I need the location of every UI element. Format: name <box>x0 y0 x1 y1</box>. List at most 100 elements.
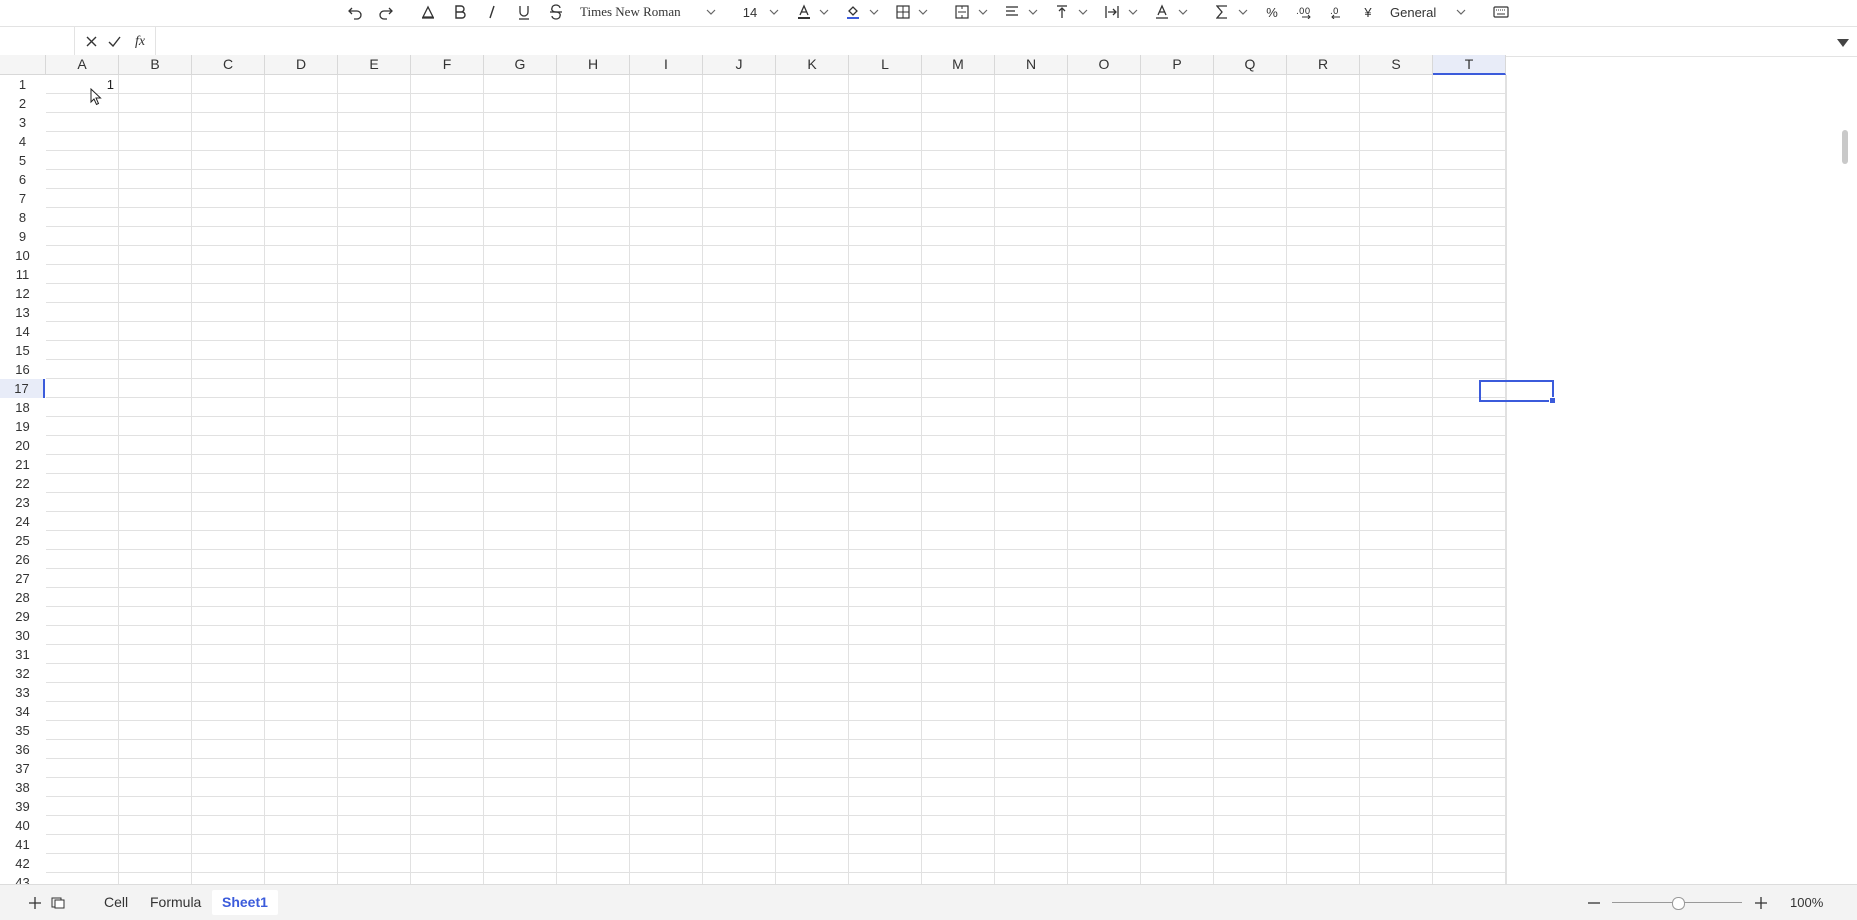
row-header-40[interactable]: 40 <box>0 816 45 835</box>
cell-area[interactable]: 1 <box>46 75 1556 884</box>
sheet-tab-formula[interactable]: Formula <box>140 890 211 915</box>
column-header-k[interactable]: K <box>776 55 849 75</box>
row-header-29[interactable]: 29 <box>0 607 45 626</box>
chevron-down-icon[interactable] <box>1238 0 1248 24</box>
column-header-b[interactable]: B <box>119 55 192 75</box>
row-header-4[interactable]: 4 <box>0 132 45 151</box>
row-header-34[interactable]: 34 <box>0 702 45 721</box>
font-color-icon[interactable] <box>794 0 814 24</box>
row-header-38[interactable]: 38 <box>0 778 45 797</box>
expand-formula-icon[interactable] <box>1837 34 1849 52</box>
row-header-28[interactable]: 28 <box>0 588 45 607</box>
align-horizontal-icon[interactable] <box>1002 0 1022 24</box>
chevron-down-icon[interactable] <box>918 0 928 24</box>
row-header-30[interactable]: 30 <box>0 626 45 645</box>
sheet-list-icon[interactable] <box>48 885 68 920</box>
row-header-25[interactable]: 25 <box>0 531 45 550</box>
chevron-down-icon[interactable] <box>706 0 716 24</box>
chevron-down-icon[interactable] <box>819 0 829 24</box>
zoom-level[interactable]: 100% <box>1790 885 1823 920</box>
increase-decimal-icon[interactable]: .0 <box>1326 0 1346 24</box>
column-header-q[interactable]: Q <box>1214 55 1287 75</box>
row-header-13[interactable]: 13 <box>0 303 45 322</box>
column-header-g[interactable]: G <box>484 55 557 75</box>
column-header-t[interactable]: T <box>1433 55 1506 75</box>
chevron-down-icon[interactable] <box>769 0 779 24</box>
row-header-16[interactable]: 16 <box>0 360 45 379</box>
row-header-31[interactable]: 31 <box>0 645 45 664</box>
row-header-19[interactable]: 19 <box>0 417 45 436</box>
row-header-5[interactable]: 5 <box>0 151 45 170</box>
row-header-10[interactable]: 10 <box>0 246 45 265</box>
row-header-11[interactable]: 11 <box>0 265 45 284</box>
chevron-down-icon[interactable] <box>1128 0 1138 24</box>
row-header-12[interactable]: 12 <box>0 284 45 303</box>
column-header-m[interactable]: M <box>922 55 995 75</box>
column-header-o[interactable]: O <box>1068 55 1141 75</box>
row-header-23[interactable]: 23 <box>0 493 45 512</box>
chevron-down-icon[interactable] <box>1456 0 1466 24</box>
row-header-43[interactable]: 43 <box>0 873 45 884</box>
bold-icon[interactable] <box>449 0 471 24</box>
column-header-n[interactable]: N <box>995 55 1068 75</box>
selected-cell-t17[interactable] <box>1479 380 1556 404</box>
row-header-35[interactable]: 35 <box>0 721 45 740</box>
decrease-decimal-icon[interactable]: .00 <box>1294 0 1316 24</box>
column-header-f[interactable]: F <box>411 55 484 75</box>
row-header-37[interactable]: 37 <box>0 759 45 778</box>
sheet-tab-sheet1[interactable]: Sheet1 <box>212 890 278 915</box>
column-header-i[interactable]: I <box>630 55 703 75</box>
number-format-select[interactable]: General <box>1390 0 1450 24</box>
row-header-14[interactable]: 14 <box>0 322 45 341</box>
clear-format-icon[interactable] <box>417 0 439 24</box>
column-header-l[interactable]: L <box>849 55 922 75</box>
strikethrough-icon[interactable] <box>545 0 567 24</box>
chevron-down-icon[interactable] <box>1028 0 1038 24</box>
row-header-1[interactable]: 1 <box>0 75 45 94</box>
row-header-17[interactable]: 17 <box>0 379 45 398</box>
row-header-8[interactable]: 8 <box>0 208 45 227</box>
align-vertical-icon[interactable] <box>1052 0 1072 24</box>
name-box[interactable] <box>0 27 75 56</box>
row-header-27[interactable]: 27 <box>0 569 45 588</box>
column-header-s[interactable]: S <box>1360 55 1433 75</box>
cell-a1[interactable]: 1 <box>46 75 114 94</box>
function-icon[interactable]: fx <box>130 27 150 56</box>
column-header-r[interactable]: R <box>1287 55 1360 75</box>
row-header-7[interactable]: 7 <box>0 189 45 208</box>
column-header-p[interactable]: P <box>1141 55 1214 75</box>
italic-icon[interactable] <box>481 0 503 24</box>
redo-icon[interactable] <box>375 0 397 24</box>
sum-icon[interactable] <box>1212 0 1232 24</box>
row-header-32[interactable]: 32 <box>0 664 45 683</box>
text-wrap-icon[interactable] <box>1102 0 1122 24</box>
row-header-41[interactable]: 41 <box>0 835 45 854</box>
text-rotate-icon[interactable] <box>1152 0 1172 24</box>
sheet-tab-cell[interactable]: Cell <box>94 890 138 915</box>
merge-cells-icon[interactable] <box>952 0 972 24</box>
zoom-slider-handle[interactable] <box>1672 897 1685 910</box>
borders-icon[interactable] <box>893 0 913 24</box>
row-header-3[interactable]: 3 <box>0 113 45 132</box>
cancel-icon[interactable] <box>82 27 100 56</box>
chevron-down-icon[interactable] <box>1078 0 1088 24</box>
chevron-down-icon[interactable] <box>978 0 988 24</box>
row-header-26[interactable]: 26 <box>0 550 45 569</box>
column-header-a[interactable]: A <box>46 55 119 75</box>
confirm-icon[interactable] <box>105 27 123 56</box>
row-header-36[interactable]: 36 <box>0 740 45 759</box>
column-header-c[interactable]: C <box>192 55 265 75</box>
row-header-2[interactable]: 2 <box>0 94 45 113</box>
fill-color-icon[interactable] <box>843 0 863 24</box>
currency-format-icon[interactable]: ¥ <box>1358 0 1378 24</box>
percent-format-icon[interactable]: % <box>1262 0 1282 24</box>
row-header-6[interactable]: 6 <box>0 170 45 189</box>
zoom-out-icon[interactable] <box>1584 885 1604 920</box>
font-family-select[interactable]: Times New Roman <box>580 0 690 24</box>
formula-input[interactable] <box>155 27 1827 56</box>
column-header-e[interactable]: E <box>338 55 411 75</box>
add-sheet-icon[interactable] <box>25 885 45 920</box>
row-header-24[interactable]: 24 <box>0 512 45 531</box>
row-header-22[interactable]: 22 <box>0 474 45 493</box>
row-header-20[interactable]: 20 <box>0 436 45 455</box>
